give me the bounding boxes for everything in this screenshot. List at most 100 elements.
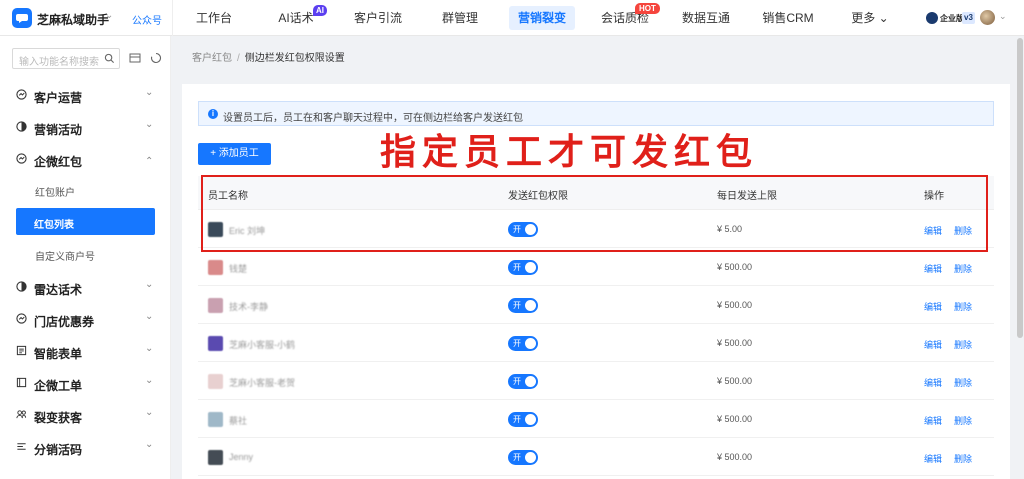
- layout-toggle-icon[interactable]: [129, 52, 141, 64]
- employee-avatar: [208, 298, 223, 313]
- annotation-highlight-box: [201, 175, 988, 252]
- account-type-link[interactable]: 公众号: [132, 12, 162, 27]
- distribution-icon: [17, 443, 26, 450]
- daily-limit-value: ¥ 500.00: [717, 376, 753, 386]
- page-scrollbar[interactable]: [1016, 36, 1024, 479]
- employee-avatar: [208, 260, 223, 275]
- edit-link[interactable]: 编辑: [924, 262, 942, 275]
- permission-toggle[interactable]: 开: [508, 336, 538, 351]
- function-search-input[interactable]: 输入功能名称搜索: [12, 48, 120, 69]
- delete-link[interactable]: 删除: [954, 452, 972, 465]
- corp-edition-tag[interactable]: 企业版: [926, 11, 964, 25]
- menu-coupon[interactable]: 门店优惠券 ⌄: [0, 304, 171, 334]
- chevron-down-icon: ⌄: [145, 343, 154, 354]
- submenu-custom-merchant[interactable]: 自定义商户号: [35, 248, 95, 263]
- submenu-red-packet-list[interactable]: 红包列表: [16, 208, 155, 235]
- chevron-down-icon: ⌄: [145, 439, 154, 450]
- permission-toggle[interactable]: 开: [508, 298, 538, 313]
- menu-customer-ops[interactable]: 客户运营 ⌄: [0, 80, 171, 110]
- daily-limit-value: ¥ 500.00: [717, 300, 753, 310]
- add-employee-button[interactable]: + 添加员工: [198, 143, 271, 165]
- version-badge: v3: [962, 12, 975, 24]
- ticket-icon: [16, 377, 27, 388]
- daily-limit-value: ¥ 500.00: [717, 414, 753, 424]
- toggle-knob: [525, 338, 536, 349]
- employee-avatar: [208, 336, 223, 351]
- table-row: 芝麻小客服-小鹤 开 ¥ 500.00 编辑 删除: [198, 324, 994, 362]
- employee-avatar: [208, 374, 223, 389]
- menu-distribution[interactable]: 分销活码 ⌄: [0, 432, 171, 462]
- scrollbar-thumb[interactable]: [1017, 38, 1023, 338]
- app-logo-icon[interactable]: [12, 8, 32, 28]
- employee-name: 芝麻小客服-老贺: [229, 378, 295, 388]
- history-icon[interactable]: [150, 52, 162, 64]
- nav-more[interactable]: 更多 ⌄: [850, 6, 890, 30]
- delete-link[interactable]: 删除: [954, 300, 972, 313]
- coupon-icon: [16, 313, 27, 324]
- daily-limit-value: ¥ 500.00: [717, 338, 753, 348]
- top-bar: 芝麻私域助手 ⌄ 公众号 工作台 AI话术 AI 客户引流 群管理 营销裂变 会…: [0, 0, 1024, 36]
- edit-link[interactable]: 编辑: [924, 376, 942, 389]
- user-menu-chevron-icon[interactable]: ⌄: [999, 11, 1007, 22]
- search-icon[interactable]: [104, 53, 115, 64]
- menu-ticket[interactable]: 企微工单 ⌄: [0, 368, 171, 398]
- info-icon: i: [208, 109, 218, 119]
- delete-link[interactable]: 删除: [954, 338, 972, 351]
- employee-avatar: [208, 450, 223, 465]
- nav-marketing-fission[interactable]: 营销裂变: [509, 6, 575, 30]
- nav-sales-crm[interactable]: 销售CRM: [762, 6, 814, 30]
- toggle-knob: [525, 262, 536, 273]
- menu-smart-form[interactable]: 智能表单 ⌄: [0, 336, 171, 366]
- nav-data-sync[interactable]: 数据互通: [680, 6, 732, 30]
- permission-toggle[interactable]: 开: [508, 374, 538, 389]
- daily-limit-value: ¥ 500.00: [717, 452, 753, 462]
- app-switch-chevron-icon[interactable]: ⌄: [105, 10, 113, 21]
- table-row: 芝麻小客服-老贺 开 ¥ 500.00 编辑 删除: [198, 362, 994, 400]
- form-icon: [16, 345, 27, 356]
- radar-icon: [16, 281, 27, 292]
- menu-fission[interactable]: 裂变获客 ⌄: [0, 400, 171, 430]
- edit-link[interactable]: 编辑: [924, 300, 942, 313]
- corp-logo-icon: [926, 12, 938, 24]
- fission-icon: [16, 410, 27, 419]
- chevron-down-icon: ⌄: [145, 375, 154, 386]
- menu-campaign[interactable]: 营销活动 ⌄: [0, 112, 171, 142]
- permission-toggle[interactable]: 开: [508, 450, 538, 465]
- breadcrumb: 客户红包 / 侧边栏发红包权限设置: [192, 53, 345, 64]
- menu-radar[interactable]: 雷达话术 ⌄: [0, 272, 171, 302]
- chevron-up-icon: ⌃: [145, 156, 154, 167]
- table-row: 技术-李静 开 ¥ 500.00 编辑 删除: [198, 286, 994, 324]
- submenu-red-packet-account[interactable]: 红包账户: [35, 184, 75, 199]
- breadcrumb-current: 侧边栏发红包权限设置: [244, 53, 345, 64]
- chevron-down-icon: ⌄: [145, 279, 154, 290]
- nav-customer-acquisition[interactable]: 客户引流: [352, 6, 404, 30]
- employee-name: 钱楚: [229, 264, 248, 274]
- delete-link[interactable]: 删除: [954, 376, 972, 389]
- divider: [172, 0, 173, 36]
- chevron-down-icon: ⌄: [145, 311, 154, 322]
- nav-ai-script[interactable]: AI话术: [276, 6, 316, 30]
- chevron-down-icon: ⌄: [145, 407, 154, 418]
- nav-group-management[interactable]: 群管理: [440, 6, 480, 30]
- employee-name: 蔡社: [229, 416, 248, 426]
- user-avatar[interactable]: [980, 10, 995, 25]
- toggle-knob: [525, 300, 536, 311]
- hot-badge: HOT: [635, 3, 660, 14]
- nav-workbench[interactable]: 工作台: [190, 6, 238, 30]
- menu-red-packet[interactable]: 企微红包 ⌃: [0, 144, 171, 174]
- employee-name: 技术-李静: [229, 302, 268, 312]
- edit-link[interactable]: 编辑: [924, 338, 942, 351]
- delete-link[interactable]: 删除: [954, 262, 972, 275]
- delete-link[interactable]: 删除: [954, 414, 972, 427]
- red-packet-icon: [16, 153, 27, 164]
- permission-toggle[interactable]: 开: [508, 412, 538, 427]
- employee-name: Jenny: [229, 452, 254, 462]
- edit-link[interactable]: 编辑: [924, 452, 942, 465]
- breadcrumb-parent[interactable]: 客户红包: [192, 53, 232, 64]
- app-title[interactable]: 芝麻私域助手: [37, 11, 109, 28]
- permission-toggle[interactable]: 开: [508, 260, 538, 275]
- toggle-knob: [525, 414, 536, 425]
- employee-avatar: [208, 412, 223, 427]
- chevron-down-icon: ⌄: [145, 119, 154, 130]
- edit-link[interactable]: 编辑: [924, 414, 942, 427]
